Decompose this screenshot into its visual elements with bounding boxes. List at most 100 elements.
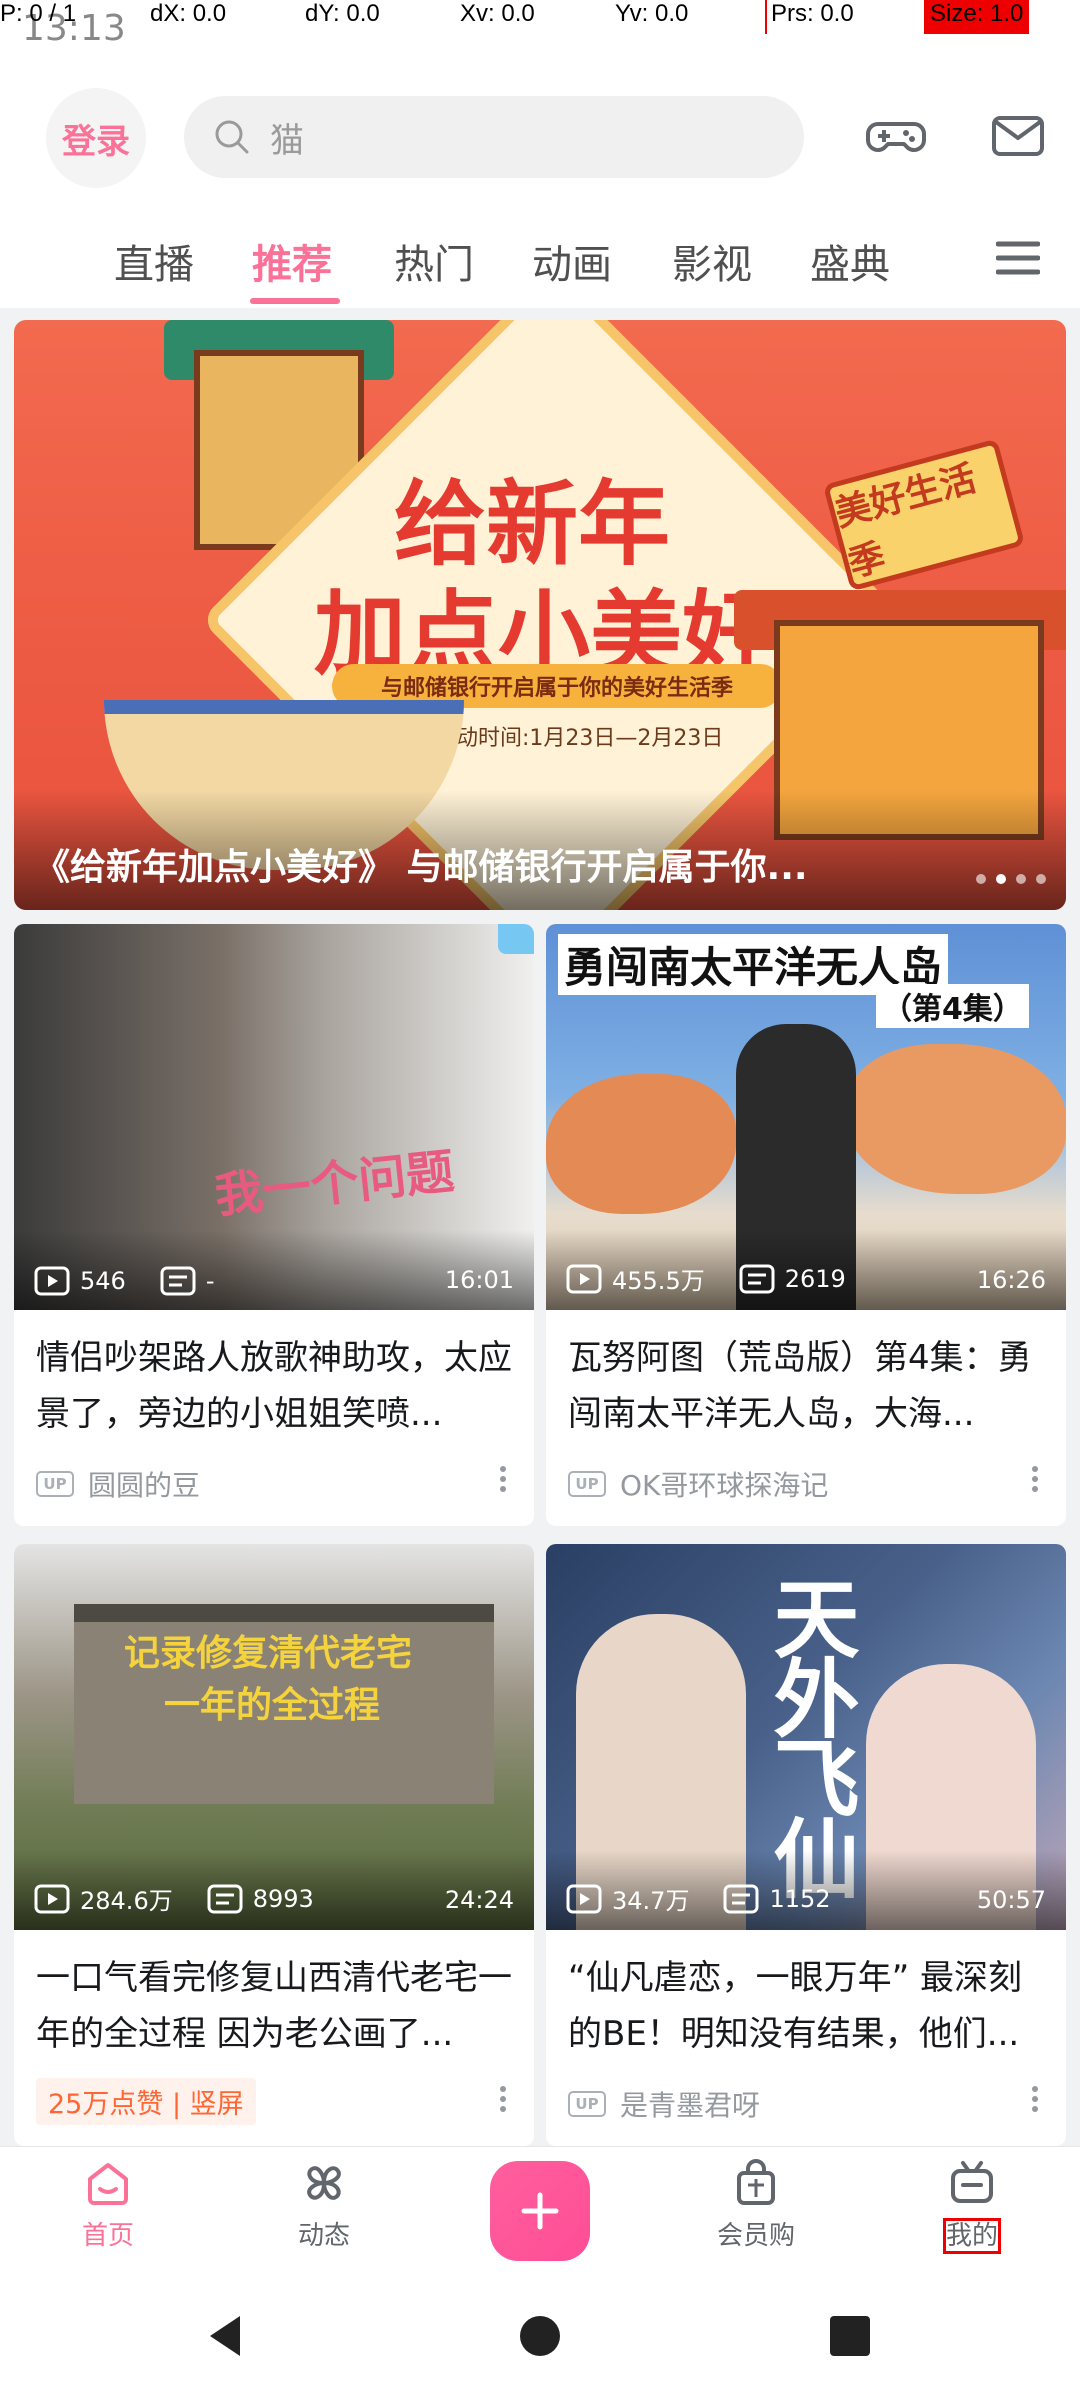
author-name: OK哥环球探海记 [620, 1469, 829, 1502]
video-stats: 284.6万 8993 [34, 1881, 314, 1916]
tab-anime[interactable]: 动画 [532, 232, 612, 290]
plus-icon [521, 2192, 559, 2230]
danmaku-count: 1152 [769, 1884, 831, 1913]
search-icon [215, 120, 249, 154]
top-header: 登录 猫 直播 推荐 热门 动画 影视 盛典 [0, 48, 1080, 308]
video-thumbnail: 记录修复清代老宅 一年的全过程 284.6万 8993 24:24 [14, 1544, 534, 1930]
danmaku-count: 8993 [252, 1884, 314, 1913]
search-placeholder: 猫 [270, 120, 304, 161]
publish-button[interactable] [490, 2161, 590, 2261]
debug-dy: dY: 0.0 [305, 0, 380, 27]
conch-shell-right [846, 1044, 1066, 1194]
home-icon [88, 2163, 128, 2205]
carousel-dot-active [996, 874, 1006, 884]
debug-dx: dX: 0.0 [150, 0, 227, 27]
video-title: 情侣吵架路人放歌神助攻，太应景了，旁边的小姐姐笑喷... [36, 1338, 512, 1434]
view-count: 455.5万 [612, 1267, 705, 1295]
author-name: 圆圆的豆 [88, 1469, 201, 1502]
thumbnail-subcaption: 一年的全过程 [164, 1685, 381, 1726]
nav-label: 动态 [297, 2221, 350, 2251]
video-card[interactable]: 我一个问题 546 - 16:01 情侣吵架路人放歌神助攻，太应景了，旁边的小姐… [14, 924, 534, 1526]
debug-pointer: P: 0 / 1 [0, 0, 77, 27]
play-count-icon [34, 1266, 70, 1296]
video-duration: 16:01 [444, 1266, 514, 1294]
nav-mine[interactable]: 我的 [912, 2157, 1032, 2254]
play-count-icon [566, 1884, 602, 1913]
video-duration: 24:24 [444, 1886, 514, 1914]
play-count-icon [34, 1884, 70, 1913]
thumbnail-caption: 我一个问题 [212, 1143, 457, 1225]
nav-dynamic[interactable]: 动态 [264, 2157, 384, 2252]
shopping-bag-icon [737, 2159, 775, 2205]
login-button[interactable]: 登录 [46, 88, 146, 188]
system-navigation-bar [0, 2276, 1080, 2400]
more-options-icon[interactable] [1030, 1464, 1040, 1494]
video-author[interactable]: UP 圆圆的豆 [36, 1464, 200, 1504]
promo-banner[interactable]: 给新年 加点小美好 与邮储银行开启属于你的美好生活季 活动时间:1月23日—2月… [14, 320, 1066, 910]
video-thumbnail: 勇闯南太平洋无人岛 （第4集） 455.5万 2619 16:26 [546, 924, 1066, 1310]
carousel-dots [976, 874, 1046, 884]
tab-recommend[interactable]: 推荐 [252, 232, 332, 290]
video-stats: 34.7万 1152 [566, 1881, 831, 1916]
tab-film[interactable]: 影视 [672, 232, 752, 290]
more-options-icon[interactable] [1030, 2084, 1040, 2114]
debug-pressure: Prs: 0.0 [765, 0, 854, 34]
carousel-dot [976, 874, 986, 884]
video-title: “仙凡虐恋，一眼万年” 最深刻的BE！明知没有结果，他们... [568, 1958, 1023, 2054]
mail-icon[interactable] [986, 104, 1050, 168]
back-icon[interactable] [196, 2306, 256, 2366]
nav-label: 会员购 [716, 2221, 795, 2251]
tv-icon [951, 2161, 993, 2203]
video-stats: 546 - [34, 1266, 214, 1296]
video-card[interactable]: 勇闯南太平洋无人岛 （第4集） 455.5万 2619 16:26 瓦努阿图（荒… [546, 924, 1066, 1526]
video-title: 瓦努阿图（荒岛版）第4集：勇闯南太平洋无人岛，大海... [568, 1338, 1032, 1434]
video-author[interactable]: UP OK哥环球探海记 [568, 1464, 828, 1504]
video-card[interactable]: 记录修复清代老宅 一年的全过程 284.6万 8993 24:24 一口气看完修… [14, 1544, 534, 2146]
up-tag: UP [568, 1471, 606, 1497]
tab-hot[interactable]: 热门 [394, 232, 474, 290]
banner-date: 活动时间:1月23日—2月23日 [434, 726, 724, 751]
nav-home[interactable]: 首页 [48, 2157, 168, 2252]
video-duration: 16:26 [976, 1266, 1046, 1294]
nav-vip-shop[interactable]: 会员购 [696, 2157, 816, 2252]
pinwheel-icon [307, 2166, 341, 2200]
thumbnail-caption: 记录修复清代老宅 [124, 1633, 413, 1674]
thumbnail-caption: 天外飞仙 [758, 1574, 859, 1894]
author-name: 是青墨君呀 [620, 2089, 761, 2122]
menu-icon[interactable] [996, 236, 1040, 280]
home-circle-icon[interactable] [510, 2306, 570, 2366]
view-count: 546 [80, 1267, 126, 1295]
debug-xv: Xv: 0.0 [460, 0, 535, 27]
video-author[interactable]: UP 是青墨君呀 [568, 2084, 760, 2124]
nav-label: 首页 [81, 2221, 134, 2251]
video-thumbnail: 我一个问题 546 - 16:01 [14, 924, 534, 1310]
category-tabs: 直播 推荐 热门 动画 影视 盛典 [0, 218, 1080, 308]
tab-festival[interactable]: 盛典 [810, 232, 890, 290]
play-count-icon [566, 1264, 602, 1293]
view-count: 34.7万 [612, 1887, 690, 1915]
recents-icon[interactable] [820, 2306, 880, 2366]
video-title: 一口气看完修复山西清代老宅一年的全过程 因为老公画了... [36, 1958, 512, 2054]
bottom-navigation: 首页 动态 会员购 我的 [0, 2146, 1080, 2276]
video-stats: 455.5万 2619 [566, 1261, 846, 1296]
more-options-icon[interactable] [498, 1464, 508, 1494]
like-badge: 25万点赞 | 竖屏 [36, 2078, 256, 2125]
tab-live[interactable]: 直播 [114, 232, 194, 290]
banner-caption: 《给新年加点小美好》 与邮储银行开启属于你... [34, 847, 808, 888]
view-count: 284.6万 [80, 1887, 173, 1915]
more-options-icon[interactable] [498, 2084, 508, 2114]
video-thumbnail: 天外飞仙 34.7万 1152 50:57 [546, 1544, 1066, 1930]
video-duration: 50:57 [976, 1886, 1046, 1914]
conch-shell-left [546, 1074, 736, 1214]
danmaku-icon [207, 1884, 243, 1913]
status-bar: 13:13 P: 0 / 1 dX: 0.0 dY: 0.0 Xv: 0.0 Y… [0, 0, 1080, 49]
gamepad-icon[interactable] [864, 104, 928, 168]
up-tag: UP [36, 1471, 74, 1497]
danmaku-icon [160, 1266, 196, 1296]
carousel-dot [1016, 874, 1026, 884]
search-bar[interactable]: 猫 [184, 96, 804, 178]
video-card[interactable]: 天外飞仙 34.7万 1152 50:57 “仙凡虐恋，一眼万年” 最深刻的BE… [546, 1544, 1066, 2146]
debug-yv: Yv: 0.0 [615, 0, 689, 27]
thumbnail-subcaption: （第4集） [876, 984, 1029, 1028]
danmaku-icon [723, 1884, 759, 1913]
